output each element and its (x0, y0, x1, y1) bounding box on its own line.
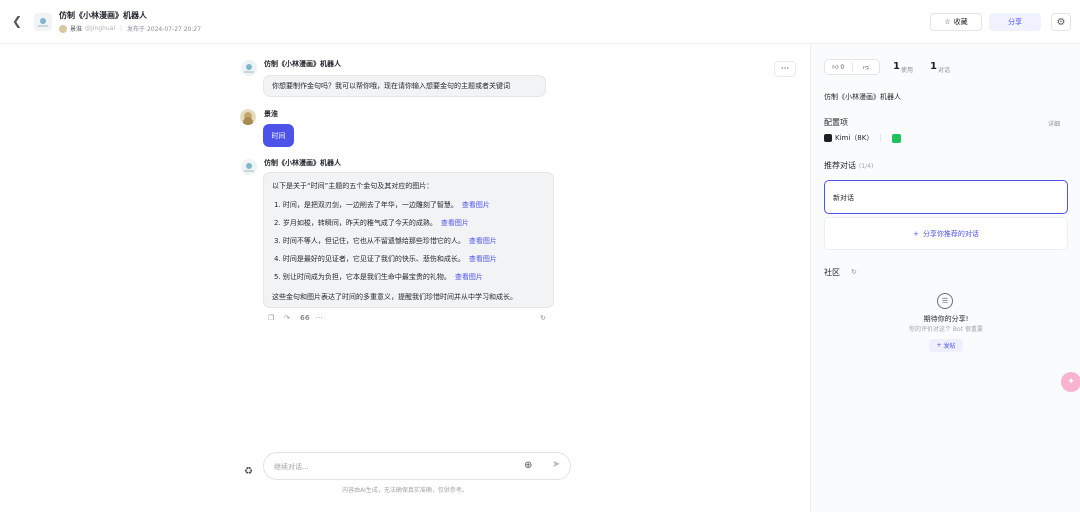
plus-icon: + (913, 229, 919, 238)
plugin-icon[interactable] (892, 133, 902, 143)
empty-title: 期待你的分享! (923, 315, 969, 323)
quote-text: 3. 时间不等人，但记住，它也从不留遗憾给那些珍惜它的人。 (274, 237, 465, 245)
translate-icon: ✦ (1067, 377, 1075, 387)
clear-context-button[interactable]: ♻ (244, 466, 256, 478)
chat-input-box: ⊕ ➤ (263, 452, 571, 480)
chat-area: 仿制《小林漫画》机器人 ··· 你想要制作金句吗？我可以帮你哦，现在请你输入想要… (0, 44, 810, 512)
bot-message-bubble: 以下是关于“时间”主题的五个金句及其对应的图片： 1. 时间，是把双刃剑，一边削… (263, 172, 554, 308)
favorite-label: 收藏 (953, 18, 968, 26)
share-recommended-button[interactable]: + 分享你推荐的对话 (824, 217, 1068, 250)
kimi-icon (824, 134, 832, 142)
message-sender: 仿制《小林漫画》机器人 (264, 60, 341, 68)
like-count: 0 (840, 64, 845, 71)
meta-divider: | (120, 25, 123, 32)
list-item: 5. 别让时间成为负担，它本是我们生命中最宝贵的礼物。 查看图片 (274, 272, 483, 282)
author-handle: @Jinghuai (85, 25, 116, 32)
recommended-label: 推荐对话 (824, 161, 856, 170)
bot-message-bubble: 你想要制作金句吗？我可以帮你哦，现在请你输入想要金句的主题或者关键词 (263, 75, 546, 97)
model-name[interactable]: Kimi（8K） (835, 133, 873, 143)
bot-avatar (241, 60, 257, 76)
quote-text: 2. 岁月如梭，转瞬间，昨天的稚气成了今天的成熟。 (274, 219, 437, 227)
star-icon: ☆ (944, 18, 951, 26)
view-image-link[interactable]: 查看图片 (469, 237, 497, 245)
attachment-icon[interactable]: ⊕ (524, 460, 532, 471)
quote-text: 5. 别让时间成为负担，它本是我们生命中最宝贵的礼物。 (274, 273, 451, 281)
ai-disclaimer: 内容由AI生成，无法确保真实准确，仅供参考。 (342, 487, 468, 494)
broom-icon: ♻ (244, 466, 253, 477)
comment-icon: ☰ (937, 293, 953, 309)
bot-title: 仿制《小林漫画》机器人 (59, 11, 147, 20)
post-label: 发帖 (943, 343, 956, 350)
rating-box: 👍︎ 0 👎︎ (824, 59, 880, 75)
message-sender: 景淮 (264, 110, 278, 118)
bot-avatar (241, 159, 257, 175)
view-image-link[interactable]: 查看图片 (469, 255, 497, 263)
view-image-link[interactable]: 查看图片 (441, 219, 469, 227)
chat-input[interactable] (274, 460, 514, 474)
quote-text: 4. 时间是最好的见证者，它见证了我们的快乐、悲伤和成长。 (274, 255, 465, 263)
top-bar: ❮ 仿制《小林漫画》机器人 景淮 @Jinghuai | 发布于 2024-07… (0, 0, 1080, 44)
list-item: 4. 时间是最好的见证者，它见证了我们的快乐、悲伤和成长。 查看图片 (274, 254, 497, 264)
settings-button[interactable]: ⚙ (1051, 13, 1071, 31)
view-image-link[interactable]: 查看图片 (462, 201, 490, 209)
publish-date: 发布于 2024-07-27 20:27 (127, 26, 202, 33)
share-button[interactable]: 分享 (989, 13, 1041, 31)
model-divider (880, 134, 882, 142)
model-row: Kimi（8K） (824, 133, 902, 143)
dislike-button[interactable]: 👎︎ (853, 63, 880, 71)
list-item: 2. 岁月如梭，转瞬间，昨天的稚气成了今天的成熟。 查看图片 (274, 218, 469, 228)
more-icon[interactable]: ··· (316, 314, 323, 322)
detail-link[interactable]: 详细 (1048, 119, 1060, 128)
panel-bot-name: 仿制《小林漫画》机器人 (824, 93, 901, 101)
uses-count: 1 (893, 61, 900, 72)
community-title: 社区 (824, 268, 840, 277)
post-button[interactable]: + 发帖 (929, 339, 963, 352)
user-message-bubble: 时间 (263, 124, 294, 147)
empty-subtitle: 你的评价对这个 Bot 很重要 (909, 326, 983, 333)
send-icon[interactable]: ➤ (552, 459, 560, 470)
share-recommended-label: 分享你推荐的对话 (922, 229, 979, 238)
chats-count: 1 (930, 61, 937, 72)
bot-avatar (34, 13, 52, 31)
favorite-button[interactable]: ☆ 收藏 (930, 13, 982, 31)
recommended-title: 推荐对话 (1/4) (824, 160, 873, 171)
floating-assistant-button[interactable]: ✦ (1061, 372, 1080, 392)
refresh-icon[interactable]: ↻ (851, 268, 857, 276)
message-sender: 仿制《小林漫画》机器人 (264, 159, 341, 167)
message-toolbar: ❐ ↷ 66 ··· ↻ (268, 314, 550, 326)
list-item: 3. 时间不等人，但记住，它也从不留遗憾给那些珍惜它的人。 查看图片 (274, 236, 497, 246)
more-options-button[interactable]: ··· (774, 61, 796, 77)
quote-text: 1. 时间，是把双刃剑，一边削去了年华，一边雕刻了智慧。 (274, 201, 458, 209)
user-avatar (240, 109, 256, 125)
message-intro: 以下是关于“时间”主题的五个金句及其对应的图片： (272, 182, 434, 190)
message-outro: 这些金句和图片表达了时间的多重意义，提醒我们珍惜时间并从中学习和成长。 (272, 293, 517, 301)
gear-icon: ⚙ (1056, 16, 1066, 28)
bot-info-panel: 👍︎ 0 👎︎ 1 使用 1 对话 仿制《小林漫画》机器人 配置项 详细 Kim… (810, 44, 1080, 512)
author-name[interactable]: 景淮 (70, 24, 82, 33)
quote-button[interactable]: 66 (300, 314, 310, 322)
share-icon[interactable]: ↷ (284, 314, 290, 322)
view-image-link[interactable]: 查看图片 (455, 273, 483, 281)
chats-label: 对话 (938, 67, 951, 74)
back-button[interactable]: ❮ (12, 14, 24, 28)
chevron-left-icon: ❮ (12, 14, 23, 28)
copy-icon[interactable]: ❐ (268, 314, 274, 322)
plus-icon: + (936, 342, 944, 349)
like-button[interactable]: 👍︎ 0 (825, 63, 852, 71)
recommended-count: (1/4) (859, 163, 874, 170)
author-avatar (59, 24, 67, 33)
refresh-icon[interactable]: ↻ (540, 314, 546, 322)
bot-meta: 景淮 @Jinghuai | 发布于 2024-07-27 20:27 (59, 24, 201, 33)
uses-label: 使用 (901, 67, 914, 74)
list-item: 1. 时间，是把双刃剑，一边削去了年华，一边雕刻了智慧。 查看图片 (274, 200, 490, 210)
recommended-chat-item[interactable]: 新对话 (824, 180, 1068, 214)
config-title: 配置项 (824, 118, 848, 127)
